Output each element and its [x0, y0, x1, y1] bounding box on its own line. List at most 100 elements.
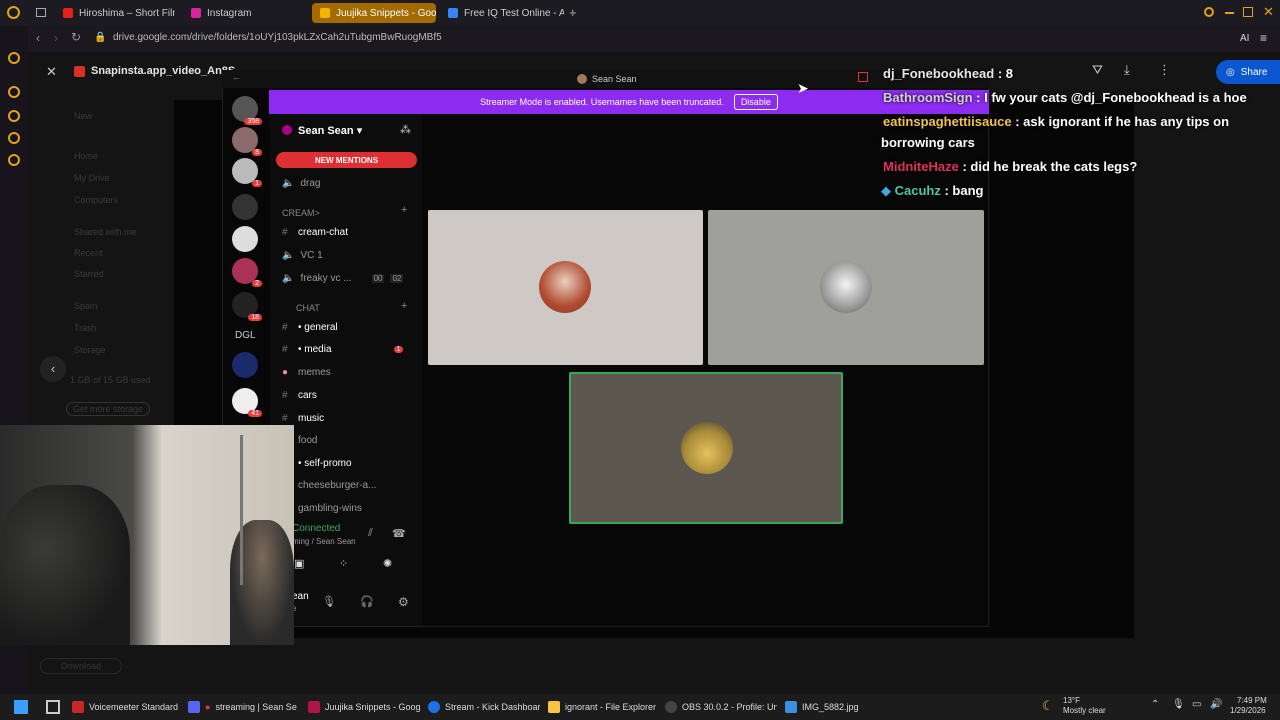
channel-vc1[interactable]: 🔈 VC 1 — [270, 246, 420, 264]
channel-cream-chat[interactable]: # cream-chat — [270, 223, 420, 241]
server-icon[interactable]: 2 — [232, 258, 262, 287]
gx-clock-icon[interactable] — [8, 110, 20, 122]
forward-icon[interactable]: › — [54, 31, 58, 45]
discord-back-icon[interactable]: ← — [232, 72, 241, 82]
maximize-button[interactable] — [1243, 7, 1253, 17]
participant-avatar — [820, 261, 872, 313]
hash-icon: # — [282, 343, 288, 355]
opera-gx-icon — [308, 701, 320, 713]
task-view-icon[interactable] — [46, 700, 60, 714]
call-participant-tile[interactable] — [708, 210, 984, 365]
close-window-button[interactable]: ✕ — [1263, 4, 1274, 20]
server-icon[interactable] — [232, 194, 258, 220]
headphones-icon[interactable]: 🎧 — [360, 595, 374, 608]
taskbar-chrome[interactable]: Stream - Kick Dashboar — [428, 697, 540, 717]
popout-icon[interactable] — [858, 72, 868, 82]
ai-button[interactable]: AI — [1240, 33, 1249, 44]
windows-start-icon[interactable] — [14, 700, 28, 714]
instagram-icon — [191, 8, 201, 18]
call-participant-tile-speaking[interactable] — [569, 372, 843, 524]
new-tab-button[interactable]: + — [569, 5, 577, 20]
disconnect-icon[interactable]: ☎ — [392, 527, 406, 540]
tab-juujika[interactable]: Juujika Snippets - Google — [312, 3, 436, 23]
person-silhouette — [0, 485, 130, 645]
channel-cars[interactable]: # cars — [270, 386, 420, 404]
server-icon[interactable] — [232, 352, 258, 378]
mic-icon[interactable]: 🎙 — [322, 595, 336, 608]
back-icon[interactable]: ‹ — [36, 31, 40, 45]
minimize-button[interactable] — [1225, 12, 1234, 14]
screen-share-icon[interactable]: ▣ — [294, 557, 304, 570]
tab-hiroshima[interactable]: Hiroshima – Short Film - Y — [55, 3, 175, 23]
call-participant-tile[interactable] — [428, 210, 703, 365]
gx-history-icon[interactable] — [8, 86, 20, 98]
discord-title-bar: ← Sean Sean — [222, 70, 989, 88]
search-icon[interactable] — [1204, 7, 1214, 17]
server-name[interactable]: Sean Sean ▾ — [298, 124, 362, 137]
tab-instagram[interactable]: Instagram — [183, 3, 303, 23]
taskbar-discord[interactable]: ● streaming | Sean Se — [188, 697, 298, 717]
channel-general[interactable]: # • general — [270, 318, 420, 336]
taskbar-photo[interactable]: IMG_5882.jpg — [785, 697, 865, 717]
user-settings-icon[interactable]: ⚙ — [398, 595, 409, 609]
add-friend-icon[interactable]: ⁂ — [400, 123, 411, 136]
url-field[interactable]: drive.google.com/drive/folders/1oUYj103p… — [113, 32, 442, 43]
download-button[interactable]: Download — [40, 658, 123, 674]
close-viewer-icon[interactable]: ✕ — [46, 64, 57, 80]
server-icon[interactable]: 8 — [232, 127, 262, 156]
lamp — [240, 435, 243, 585]
taskbar-obs[interactable]: OBS 30.0.2 - Profile: Unt — [665, 697, 777, 717]
mic-tray-icon[interactable]: 🎙 — [1172, 699, 1185, 710]
channel-memes[interactable]: ● memes — [270, 363, 420, 381]
soundboard-icon[interactable]: ✺ — [383, 557, 392, 570]
disable-streamer-button[interactable]: Disable — [733, 94, 778, 110]
share-icon: ◎ — [1226, 66, 1235, 78]
tab-grid-icon[interactable] — [36, 8, 46, 17]
gx-control-icon[interactable] — [8, 52, 20, 64]
reload-icon[interactable]: ↻ — [71, 30, 81, 44]
volume-tray-icon[interactable]: 🔊 — [1210, 699, 1222, 710]
taskbar-explorer[interactable]: ignorant - File Explorer — [548, 697, 658, 717]
add-channel-icon[interactable]: + — [401, 300, 407, 312]
noise-suppression-icon[interactable]: ⫽ — [368, 527, 373, 540]
weather-desc[interactable]: Mostly clear — [1063, 706, 1106, 715]
channel-drag[interactable]: 🔈 drag — [270, 174, 420, 192]
clock-date[interactable]: 1/29/2026 — [1230, 706, 1266, 715]
channel-media[interactable]: # • media 1 — [270, 340, 420, 358]
taskbar-voicemeeter[interactable]: Voicemeeter Standard — [72, 697, 182, 717]
category-cream[interactable]: CREAM> — [282, 208, 320, 218]
new-mentions-pill[interactable]: NEW MENTIONS — [276, 152, 417, 168]
add-to-drive-icon[interactable]: ⛛ — [1092, 62, 1103, 78]
add-channel-icon[interactable]: + — [401, 204, 407, 216]
server-icon[interactable]: 18 — [232, 292, 262, 321]
server-icon[interactable]: 41 — [232, 388, 262, 417]
download-icon[interactable]: ⤓ — [1124, 62, 1130, 78]
recording-dot: ● — [205, 702, 211, 712]
lock-icon: 🔒 — [94, 32, 107, 43]
weather-temp[interactable]: 13°F — [1063, 696, 1080, 705]
gx-box-icon[interactable] — [8, 132, 20, 144]
channel-freaky-vc[interactable]: 🔈 freaky vc ... 00 02 — [270, 269, 420, 287]
menu-icon[interactable]: ≡ — [1260, 31, 1267, 45]
tab-iq-test[interactable]: Free IQ Test Online - Accu — [440, 3, 564, 23]
gx-settings-icon[interactable] — [8, 154, 20, 166]
activities-icon[interactable]: ⁘ — [339, 557, 348, 570]
chrome-icon — [428, 701, 440, 713]
server-dgl[interactable]: DGL — [235, 330, 256, 341]
server-icon[interactable] — [232, 226, 258, 252]
speaker-icon: 🔈 — [282, 249, 295, 261]
prev-file-button[interactable]: ‹ — [40, 356, 66, 382]
more-icon[interactable]: ⋮ — [1158, 62, 1171, 78]
voice-connected-status: Connected — [292, 523, 341, 534]
tray-chevron-icon[interactable]: ⌃ — [1151, 699, 1159, 710]
share-button[interactable]: ◎Share▾ — [1216, 60, 1280, 84]
taskbar-opera[interactable]: Juujika Snippets - Goog — [308, 697, 420, 717]
display-tray-icon[interactable]: ▭ — [1192, 699, 1201, 710]
discord-window-title: Sean Sean — [592, 74, 637, 84]
server-icon[interactable]: 1 — [232, 158, 262, 187]
server-icon[interactable]: 358 — [232, 96, 262, 125]
category-chat[interactable]: CHAT — [296, 303, 320, 313]
channel-avatar — [577, 74, 587, 84]
clock-time[interactable]: 7:49 PM — [1237, 696, 1267, 705]
opera-logo-icon[interactable] — [7, 6, 20, 19]
